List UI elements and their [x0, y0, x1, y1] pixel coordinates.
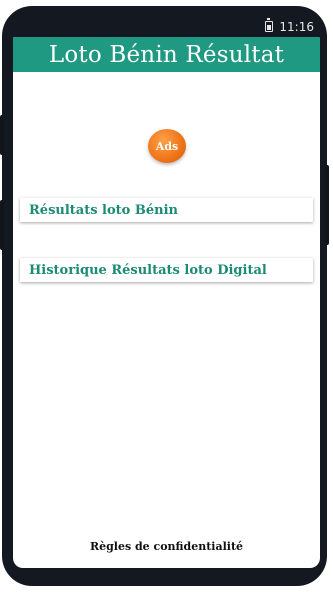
- app-bar: Loto Bénin Résultat: [13, 37, 320, 72]
- app-screen: Loto Bénin Résultat Ads Résultats loto B…: [13, 37, 320, 568]
- status-time: 11:16: [279, 19, 314, 34]
- battery-icon: [265, 18, 274, 32]
- ads-label: Ads: [155, 139, 179, 153]
- phone-side-button: [0, 115, 4, 155]
- status-bar: 11:16: [13, 16, 320, 37]
- menu-item-resultats-loto-benin[interactable]: Résultats loto Bénin: [20, 198, 313, 222]
- phone-side-button: [0, 200, 4, 250]
- ads-badge[interactable]: Ads: [148, 129, 186, 163]
- menu-item-label: Historique Résultats loto Digital: [29, 262, 267, 278]
- app-title: Loto Bénin Résultat: [48, 41, 285, 68]
- phone-side-button: [325, 165, 329, 245]
- privacy-policy-link[interactable]: Règles de confidentialité: [13, 540, 320, 553]
- menu-item-historique-resultats[interactable]: Historique Résultats loto Digital: [20, 258, 313, 282]
- menu-item-label: Résultats loto Bénin: [29, 202, 178, 218]
